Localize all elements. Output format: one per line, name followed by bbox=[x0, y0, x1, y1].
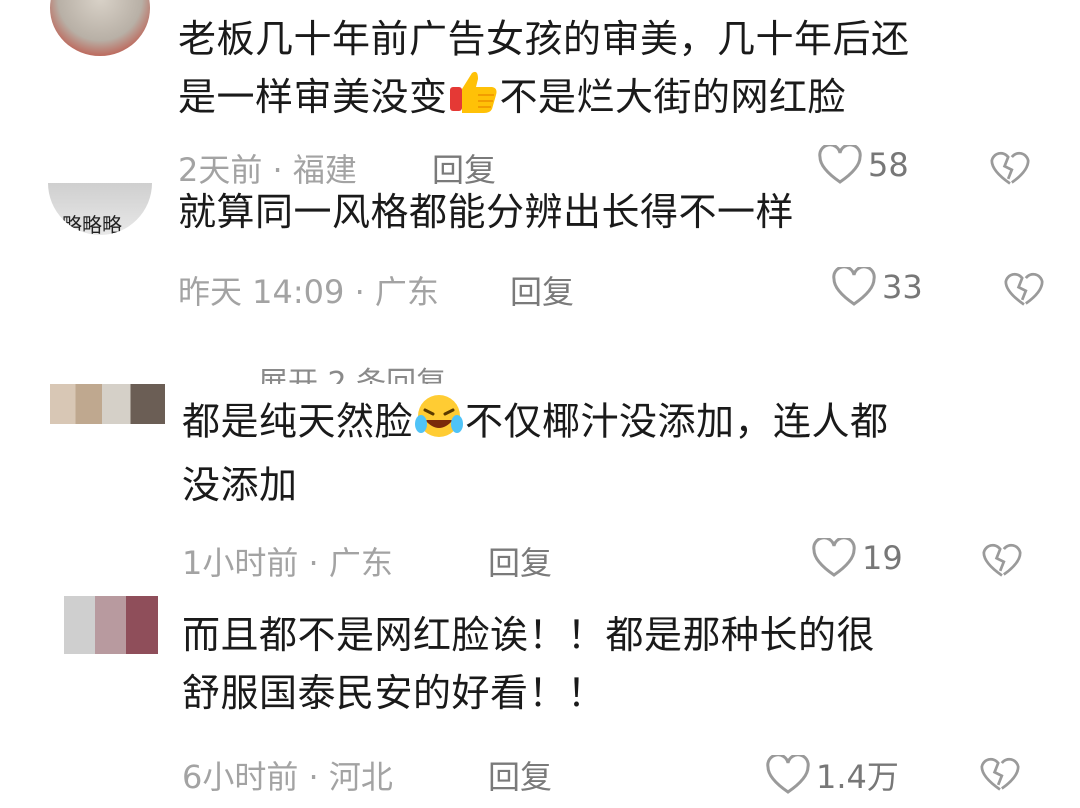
comment-meta: 6小时前 · 河北 bbox=[182, 758, 393, 796]
heart-icon bbox=[812, 538, 856, 577]
heart-icon bbox=[832, 267, 876, 306]
comment-text: 而且都不是网红脸诶！！都是那种长的很 舒服国泰民安的好看！！ bbox=[182, 613, 876, 715]
dislike-icon[interactable] bbox=[1004, 269, 1044, 309]
like-count: 19 bbox=[862, 539, 903, 577]
thumbs-up-icon bbox=[448, 69, 500, 131]
comment-item: 老板几十年前广告女孩的审美，几十年后还 是一样审美没变 不是烂大街的网红脸 2天… bbox=[0, 0, 1080, 190]
reply-button[interactable]: 回复 bbox=[488, 538, 552, 584]
laughing-face-icon bbox=[413, 392, 465, 456]
like-count: 1.4万 bbox=[816, 758, 899, 796]
reply-button[interactable]: 回复 bbox=[488, 752, 552, 798]
comment-meta: 1小时前 · 广东 bbox=[182, 544, 393, 582]
comment-text: 老板几十年前广告女孩的审美，几十年后还 是一样审美没变 不是烂大街的网红脸 bbox=[178, 10, 1058, 131]
comment-item: 而且都不是网红脸诶！！都是那种长的很 舒服国泰民安的好看！！ 6小时前 · 河北… bbox=[0, 592, 1080, 808]
like-count: 33 bbox=[882, 268, 923, 306]
comment-item: 都是纯天然脸 不仅椰汁没添加，连人都 没添加 1小时前 · 广东 回复 19 bbox=[0, 380, 1080, 590]
comment-meta: 昨天 14:09 · 广东 bbox=[178, 273, 439, 311]
dislike-icon[interactable] bbox=[980, 754, 1020, 794]
reply-button[interactable]: 回复 bbox=[510, 267, 574, 313]
avatar[interactable] bbox=[50, 0, 150, 56]
dislike-icon[interactable] bbox=[982, 540, 1022, 580]
avatar[interactable]: 略略略 bbox=[48, 183, 152, 235]
comment-text: 就算同一风格都能分辨出长得不一样 bbox=[178, 190, 795, 234]
like-button[interactable]: 33 bbox=[832, 267, 923, 307]
avatar[interactable] bbox=[50, 384, 165, 424]
comment-item: 略略略 就算同一风格都能分辨出长得不一样 昨天 14:09 · 广东 回复 33 bbox=[0, 175, 1080, 335]
like-button[interactable]: 1.4万 bbox=[766, 752, 899, 798]
like-button[interactable]: 19 bbox=[812, 538, 903, 578]
heart-icon bbox=[766, 755, 810, 794]
avatar[interactable] bbox=[64, 596, 158, 654]
comment-text: 都是纯天然脸 不仅椰汁没添加，连人都 没添加 bbox=[182, 392, 1062, 514]
